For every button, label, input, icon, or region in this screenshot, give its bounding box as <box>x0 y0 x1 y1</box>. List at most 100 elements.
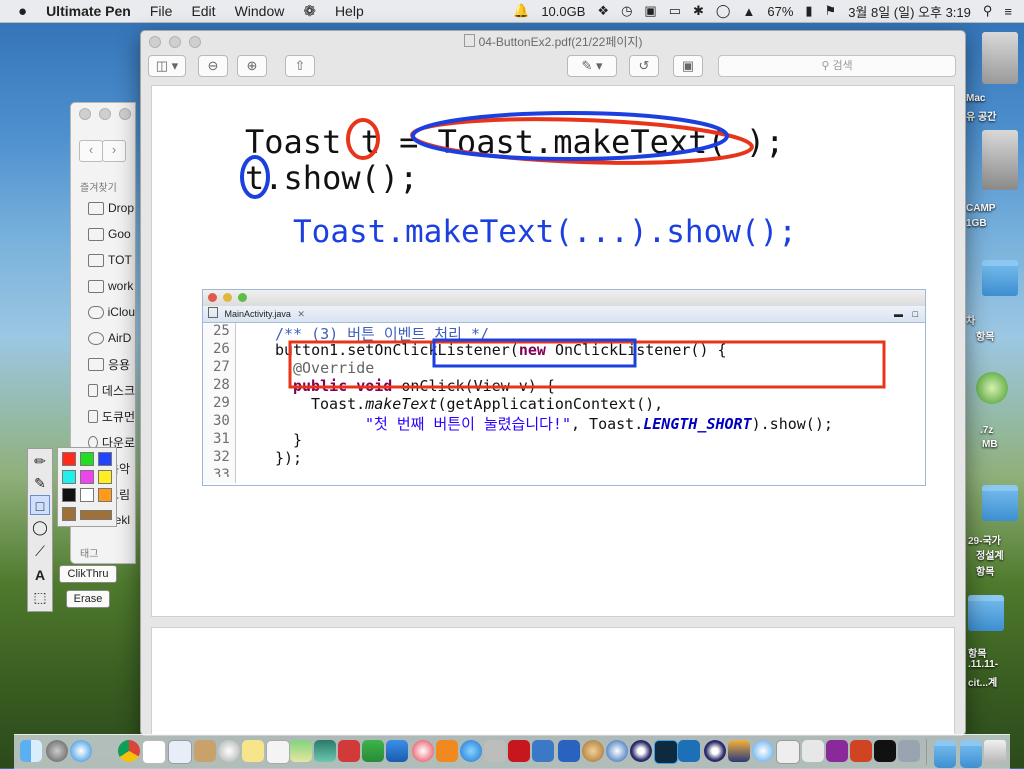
chrome-icon[interactable] <box>118 740 140 762</box>
script-icon[interactable]: ❁ <box>303 2 316 20</box>
photos-icon[interactable] <box>314 740 336 762</box>
swatch-brown[interactable] <box>62 507 76 521</box>
search-icon[interactable]: ⚲ <box>983 3 993 19</box>
camera-icon[interactable]: ▣ <box>644 3 656 19</box>
dock-downloads-icon[interactable] <box>960 740 982 768</box>
eclipse2-icon[interactable] <box>704 740 726 762</box>
rectangle-tool-icon[interactable]: □ <box>30 495 50 515</box>
share-button[interactable]: ⇧ <box>285 55 315 77</box>
itunes-icon[interactable] <box>412 740 434 762</box>
checkmark-app-icon[interactable] <box>752 740 774 762</box>
finder-item-tot[interactable]: TOT <box>71 247 135 273</box>
finder-item-documents[interactable]: 도큐먼 <box>71 403 135 429</box>
menu-edit[interactable]: Edit <box>191 3 215 19</box>
storage-indicator[interactable]: 10.0GB <box>541 4 585 19</box>
finder-item-work[interactable]: work <box>71 273 135 299</box>
desktop-folder-icon[interactable] <box>982 260 1018 296</box>
scrivener-icon[interactable] <box>678 740 700 762</box>
swatch-blue[interactable] <box>98 452 112 466</box>
wifi-icon[interactable]: ▲ <box>742 4 755 19</box>
menu-help[interactable]: Help <box>335 3 364 19</box>
notes-icon[interactable] <box>194 740 216 762</box>
desktop-archive-icon[interactable] <box>976 372 1008 404</box>
finder-item-apps[interactable]: 응용 <box>71 351 135 377</box>
swatch-magenta[interactable] <box>80 470 94 484</box>
markup-button[interactable]: ✎ ▾ <box>567 55 617 77</box>
chat-icon[interactable]: ◯ <box>716 3 731 19</box>
toolbox-button[interactable]: ▣ <box>673 55 703 77</box>
launchpad-icon[interactable] <box>46 740 68 762</box>
calendar-icon[interactable] <box>142 740 166 764</box>
coffee-app-icon[interactable] <box>802 740 824 762</box>
finder-icon[interactable] <box>20 740 42 762</box>
keynote-icon[interactable] <box>386 740 408 762</box>
finder-item-google[interactable]: Goo <box>71 221 135 247</box>
pie-icon[interactable] <box>582 740 604 762</box>
finder-minimize-button[interactable] <box>99 108 111 120</box>
swatch-black[interactable] <box>62 488 76 502</box>
desktop-folder2-icon[interactable] <box>982 485 1018 521</box>
photoshop-icon[interactable] <box>654 740 678 764</box>
apple-icon[interactable]: ● <box>18 3 27 20</box>
tab-close-icon[interactable]: ✕ <box>297 309 305 319</box>
desktop-bootcamp-icon[interactable] <box>982 130 1018 190</box>
photo-app-icon[interactable] <box>484 740 506 762</box>
line-tool-icon[interactable]: ⟋ <box>30 541 50 561</box>
maps-icon[interactable] <box>290 740 312 762</box>
flag-icon[interactable]: ⚑ <box>825 3 837 19</box>
eclipse-icon[interactable] <box>630 740 652 762</box>
finder-item-dropbox[interactable]: Drop <box>71 195 135 221</box>
desktop-drive-icon[interactable] <box>982 32 1018 84</box>
swatch-yellow[interactable] <box>98 470 112 484</box>
finder-zoom-button[interactable] <box>119 108 131 120</box>
powerpoint-icon[interactable] <box>850 740 872 762</box>
textedit-icon[interactable] <box>266 740 290 764</box>
system-prefs-icon[interactable] <box>898 740 920 762</box>
folder-app-icon[interactable] <box>532 740 554 762</box>
screen-app-icon[interactable] <box>826 740 848 762</box>
swatch-brown-wide[interactable] <box>80 510 112 520</box>
finder-forward-button[interactable]: › <box>102 140 126 162</box>
swatch-red[interactable] <box>62 452 76 466</box>
clock-icon[interactable]: ◷ <box>621 3 632 19</box>
airplay-icon[interactable]: ▭ <box>669 3 681 19</box>
swatch-cyan[interactable] <box>62 470 76 484</box>
finder-close-button[interactable] <box>79 108 91 120</box>
safari-icon[interactable] <box>70 740 92 762</box>
ibooks-icon[interactable] <box>436 740 458 762</box>
menu-app-name[interactable]: Ultimate Pen <box>46 3 131 19</box>
trash-icon[interactable] <box>984 740 1006 762</box>
clock-icon[interactable] <box>218 740 240 762</box>
battery-percent[interactable]: 67% <box>767 4 793 19</box>
select-tool-icon[interactable]: ⬚ <box>30 587 50 607</box>
dropbox-icon[interactable]: ❖ <box>597 3 609 19</box>
swatch-orange[interactable] <box>98 488 112 502</box>
numbers-icon[interactable] <box>362 740 384 762</box>
eclipse-tab-label[interactable]: MainActivity.java <box>225 309 291 319</box>
swatch-green[interactable] <box>80 452 94 466</box>
search-input[interactable]: ⚲ 검색 <box>718 55 956 77</box>
desktop-folder3-icon[interactable] <box>968 595 1004 631</box>
finder-item-icloud[interactable]: iClou <box>71 299 135 325</box>
dock-folder-icon[interactable] <box>934 740 956 768</box>
minimize-pane-icon[interactable]: ▬ <box>894 306 903 322</box>
zoom-in-button[interactable]: ⊕ <box>237 55 267 77</box>
sidebar-toggle-button[interactable]: ◫ ▾ <box>148 55 186 77</box>
bluetooth-icon[interactable]: ✱ <box>693 3 704 19</box>
pen-tool-icon[interactable]: ✏ <box>30 451 50 471</box>
text-tool-icon[interactable]: A <box>30 565 50 585</box>
maximize-pane-icon[interactable]: □ <box>913 306 918 322</box>
cyberduck-icon[interactable] <box>558 740 580 762</box>
finder-item-airdrop[interactable]: AirD <box>71 325 135 351</box>
virtualbox-icon[interactable] <box>728 740 750 762</box>
filezilla-icon[interactable] <box>508 740 530 762</box>
reminders-icon[interactable] <box>168 740 192 764</box>
appstore-icon[interactable] <box>460 740 482 762</box>
notification-list-icon[interactable]: ≡ <box>1004 4 1012 19</box>
rotate-button[interactable]: ↺ <box>629 55 659 77</box>
stickies-icon[interactable] <box>242 740 264 762</box>
menu-file[interactable]: File <box>150 3 173 19</box>
wunderlist-icon[interactable] <box>606 740 628 762</box>
terminal-icon[interactable] <box>874 740 896 762</box>
script-editor-icon[interactable] <box>776 740 800 764</box>
